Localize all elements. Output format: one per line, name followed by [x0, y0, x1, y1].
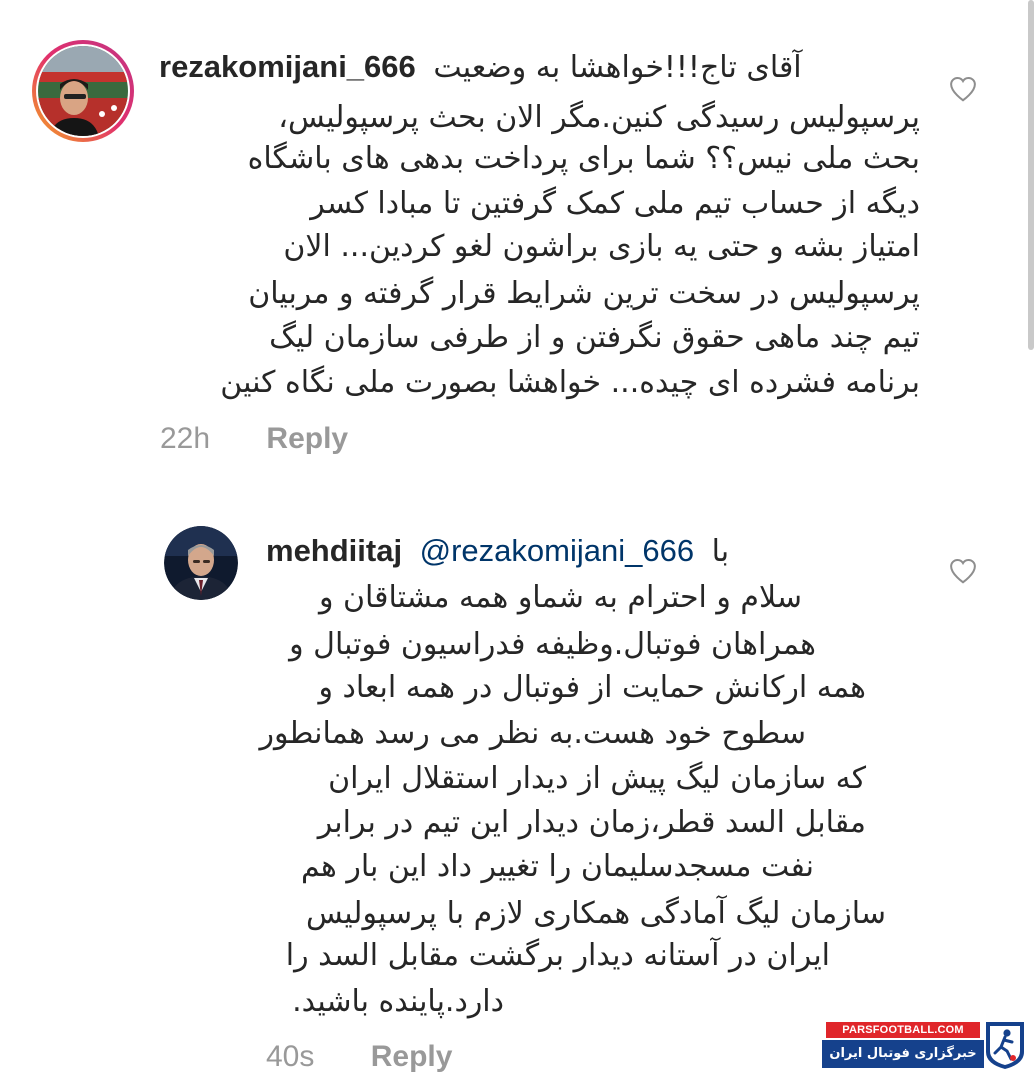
avatar-rezakomijani[interactable]: [30, 38, 136, 144]
comment-text-line: برنامه فشرده ای چیده... خواهشا بصورت ملی…: [220, 365, 920, 400]
comment-text-line: پرسپولیس رسیدگی کنین.مگر الان بحث پرسپول…: [278, 100, 920, 135]
comment-text-line: پرسپولیس در سخت ترین شرایط قرار گرفته و …: [248, 276, 920, 311]
comment-text-line: مقابل السد قطر،زمان دیدار این تیم در برا…: [317, 805, 866, 840]
timestamp: 40s: [266, 1040, 315, 1073]
comment-text-line: سازمان لیگ آمادگی همکاری لازم با پرسپولی…: [306, 896, 886, 931]
comment-text-line: دیگه از حساب تیم ملی کمک گرفتین تا مبادا…: [310, 186, 920, 221]
comment-text-line: نفت مسجدسلیمان را تغییر داد این بار هم: [301, 849, 814, 884]
scrollbar[interactable]: [1028, 0, 1034, 350]
avatar-mehdiitaj[interactable]: [164, 526, 238, 600]
mention-link[interactable]: @rezakomijani_666: [420, 533, 694, 568]
comment-text-line: سلام و احترام به شماو همه مشتاقان و: [318, 580, 802, 615]
heart-outline-icon[interactable]: [948, 74, 978, 104]
comment-text-line: تیم چند ماهی حقوق نگرفتن و از طرفی سازما…: [269, 320, 920, 355]
comment-header: rezakomijani_666 آقای تاج!!!خواهشا به وض…: [159, 45, 873, 90]
watermark-site-label: PARSFOOTBALL.COM: [826, 1022, 980, 1038]
comment-text-line: که سازمان لیگ پیش از دیدار استقلال ایران: [328, 761, 866, 796]
heart-outline-icon[interactable]: [948, 556, 978, 586]
comment-text-line: همه ارکانش حمایت از فوتبال در همه ابعاد …: [318, 670, 866, 705]
comment-text-line: با: [711, 534, 730, 569]
comment-text-line: سطوح خود هست.به نظر می رسد همانطور: [259, 716, 806, 751]
comment-text-line: همراهان فوتبال.وظیفه فدراسیون فوتبال و: [289, 627, 816, 662]
reply-button[interactable]: Reply: [266, 422, 348, 455]
comment-meta: 40s Reply: [266, 1040, 452, 1074]
timestamp: 22h: [160, 422, 211, 455]
comment-text-line: ایران در آستانه دیدار برگشت مقابل السد ر…: [285, 938, 830, 973]
avatar-ring-icon: [32, 40, 134, 142]
username-mehdiitaj[interactable]: mehdiitaj: [266, 533, 402, 568]
comment-text-line: آقای تاج!!!خواهشا به وضعیت: [433, 50, 802, 85]
watermark-tagline: خبرگزاری فوتبال ایران: [822, 1040, 984, 1068]
reply-button[interactable]: Reply: [371, 1040, 453, 1073]
comment-meta: 22h Reply: [160, 422, 348, 456]
parsfootball-watermark: PARSFOOTBALL.COM خبرگزاری فوتبال ایران: [822, 1020, 1028, 1072]
comment-text-line: بحث ملی نیس؟؟ شما برای پرداخت بدهی های ب…: [247, 141, 920, 176]
avatar-photo-icon: [164, 526, 238, 600]
comment-header: mehdiitaj @rezakomijani_666 با: [266, 529, 806, 574]
username-rezakomijani[interactable]: rezakomijani_666: [159, 49, 416, 84]
comment-text-line: امتیاز بشه و حتی یه بازی براشون لغو کردی…: [283, 229, 920, 264]
comment-text-line: دارد.پاینده باشید.: [292, 984, 504, 1019]
parsfootball-logo-icon: [986, 1022, 1024, 1069]
